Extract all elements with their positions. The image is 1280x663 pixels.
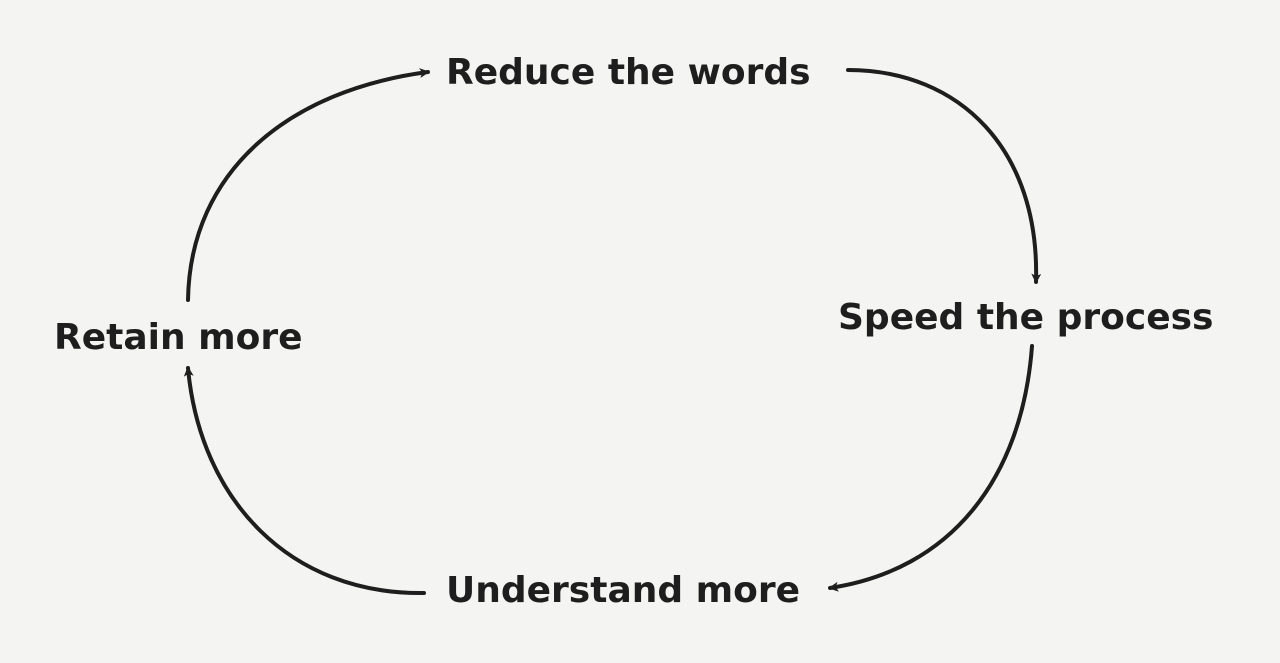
- arrow-reduce-to-speed: [846, 68, 1042, 284]
- node-speed-the-process: Speed the process: [838, 297, 1214, 338]
- node-retain-more: Retain more: [54, 317, 303, 358]
- arrow-understand-to-retain: [183, 366, 426, 596]
- cycle-diagram: Reduce the words Speed the process Under…: [0, 0, 1280, 663]
- node-reduce-the-words: Reduce the words: [446, 52, 811, 93]
- node-understand-more: Understand more: [446, 570, 801, 611]
- arrow-speed-to-understand: [828, 344, 1034, 592]
- arrow-retain-to-reduce: [186, 68, 430, 302]
